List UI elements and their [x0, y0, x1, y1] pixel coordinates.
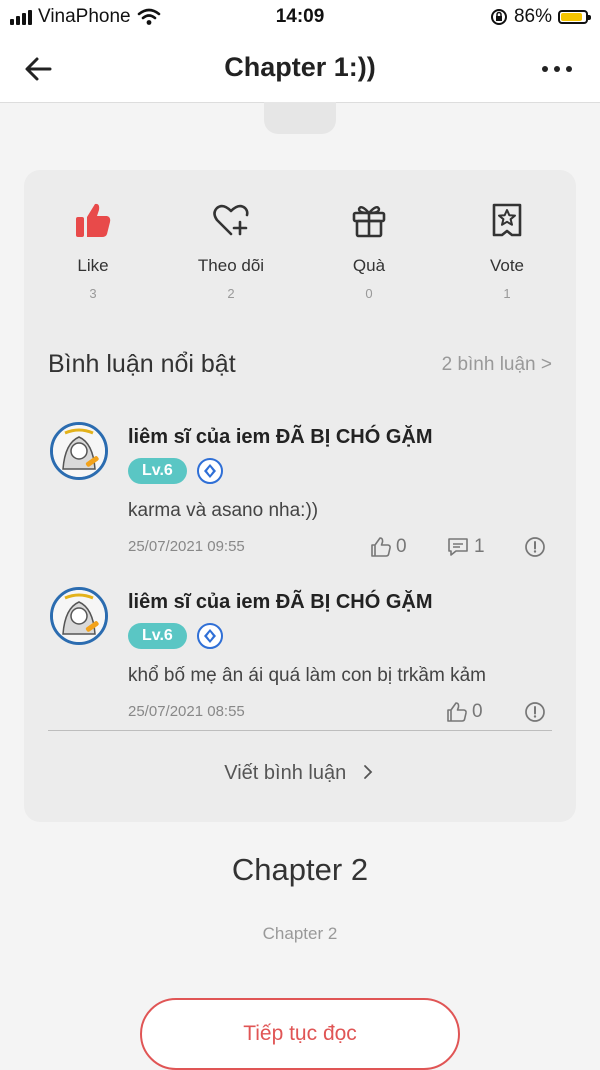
follow-label: Theo dõi — [197, 256, 265, 275]
like-label: Like — [77, 256, 109, 275]
continue-reading-button[interactable]: Tiếp tục đọc — [140, 998, 460, 1070]
level-badge: Lv.6 — [128, 458, 187, 484]
gift-count: 0 — [365, 286, 373, 301]
page-title: Chapter 1:)) — [224, 52, 376, 82]
vote-count: 1 — [503, 286, 511, 301]
next-chapter-title: Chapter 2 — [231, 852, 369, 887]
comment-item: liêm sĩ của iem ĐÃ BỊ CHÓ GẶM Lv.6 karma… — [48, 416, 552, 557]
comment-text: khổ bố mẹ ân ái quá làm con bị trkầm kảm — [128, 665, 487, 686]
comment-author[interactable]: liêm sĩ của iem ĐÃ BỊ CHÓ GẶM — [128, 591, 433, 614]
heart-plus-icon — [213, 204, 249, 236]
comment-item: liêm sĩ của iem ĐÃ BỊ CHÓ GẶM Lv.6 khổ b… — [48, 581, 552, 722]
pull-tab[interactable] — [264, 102, 336, 134]
comment-reply-button[interactable]: 1 — [446, 536, 485, 558]
gift-label: Quà — [352, 256, 386, 275]
comment-date: 25/07/2021 09:55 — [128, 538, 245, 555]
more-options-icon[interactable] — [540, 54, 574, 84]
gift-button[interactable]: Quà 0 — [300, 198, 438, 301]
level-badge: Lv.6 — [128, 623, 187, 649]
diamond-badge-icon — [196, 458, 223, 484]
write-comment-button[interactable]: Viết bình luận — [24, 762, 576, 785]
action-row: Like 3 Theo dõi 2 Quà 0 Vote 1 — [24, 198, 576, 301]
comment-like-button[interactable]: 0 — [446, 701, 483, 723]
interaction-card: Like 3 Theo dõi 2 Quà 0 Vote 1 Bình luận… — [24, 170, 576, 822]
comments-title: Bình luận nổi bật — [48, 350, 236, 378]
thumbs-up-outline-icon — [371, 537, 391, 557]
comment-author[interactable]: liêm sĩ của iem ĐÃ BỊ CHÓ GẶM — [128, 426, 433, 449]
comment-date: 25/07/2021 08:55 — [128, 703, 245, 720]
battery-percent: 86% — [513, 6, 552, 27]
gift-icon — [352, 206, 386, 238]
orientation-lock-icon — [490, 9, 507, 25]
battery-icon — [558, 10, 591, 24]
report-icon — [525, 702, 545, 722]
avatar[interactable] — [50, 422, 108, 480]
vote-button[interactable]: Vote 1 — [438, 198, 576, 301]
vote-badge-icon — [492, 203, 522, 237]
comment-reply-count: 1 — [474, 536, 485, 557]
write-comment-label: Viết bình luận — [224, 762, 347, 784]
like-button[interactable]: Like 3 — [24, 198, 162, 301]
thumbs-up-outline-icon — [447, 702, 467, 722]
divider — [48, 730, 552, 731]
comment-like-count: 0 — [396, 536, 407, 557]
comment-like-count: 0 — [472, 701, 483, 722]
comment-text: karma và asano nha:)) — [128, 500, 319, 521]
like-count: 3 — [89, 286, 97, 301]
follow-count: 2 — [227, 286, 235, 301]
comments-header: Bình luận nổi bật 2 bình luận > — [48, 350, 552, 384]
diamond-badge-icon — [196, 623, 223, 649]
vote-label: Vote — [489, 256, 525, 275]
follow-button[interactable]: Theo dõi 2 — [162, 198, 300, 301]
chat-bubble-icon — [448, 538, 468, 556]
comment-like-button[interactable]: 0 — [370, 536, 407, 558]
chevron-right-icon — [363, 765, 373, 779]
next-chapter-subtitle: Chapter 2 — [262, 924, 338, 943]
avatar[interactable] — [50, 587, 108, 645]
thumbs-up-icon — [76, 203, 111, 237]
report-button[interactable] — [524, 536, 546, 558]
all-comments-link[interactable]: 2 bình luận > — [442, 354, 552, 376]
nav-bar: Chapter 1:)) — [0, 34, 600, 103]
report-icon — [525, 537, 545, 557]
report-button[interactable] — [524, 701, 546, 723]
status-bar: VinaPhone 14:09 86% — [0, 0, 600, 34]
